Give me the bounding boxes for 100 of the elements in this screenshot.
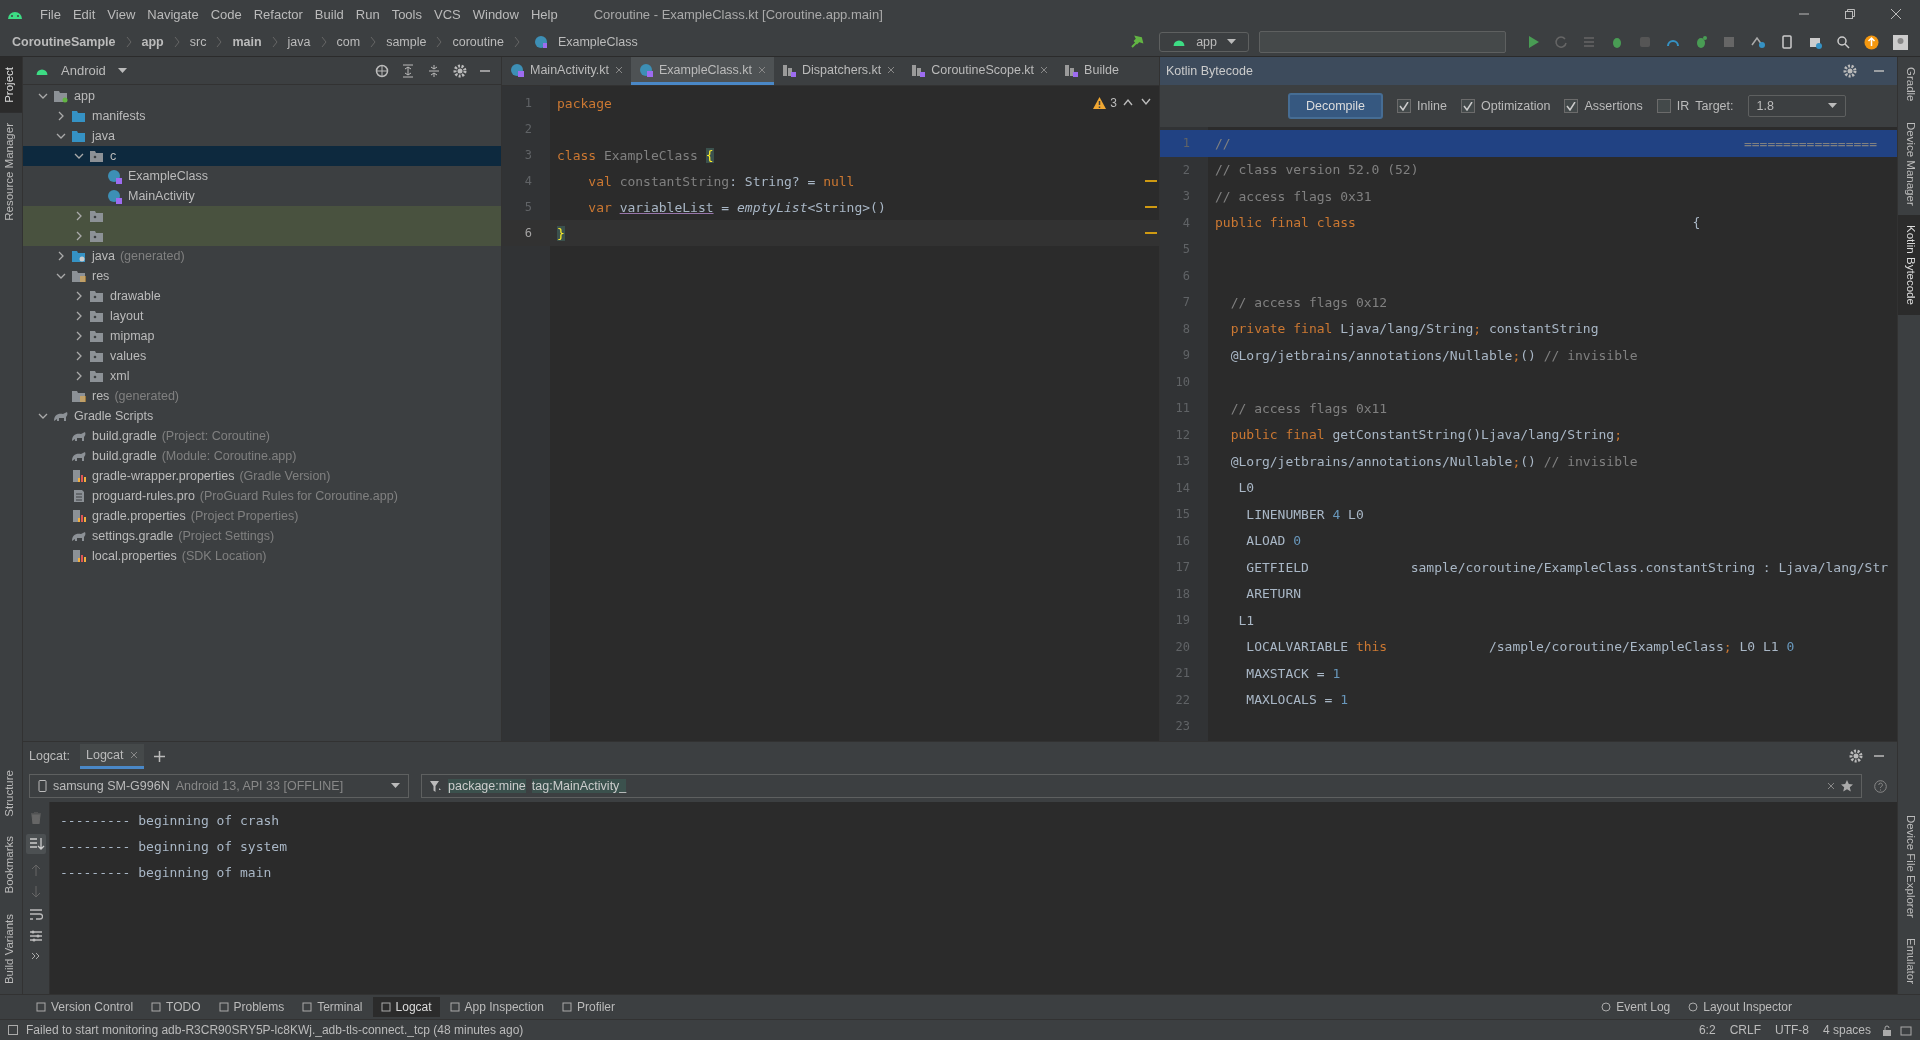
tree-item[interactable]: ExampleClass (128, 169, 208, 183)
chevron-icon[interactable] (74, 291, 84, 301)
decompile-button[interactable]: Decompile (1288, 93, 1384, 119)
menu-item[interactable]: Window (466, 6, 525, 22)
device-dropdown[interactable]: samsung SM-G996N Android 13, API 33 [OFFLINE] (29, 774, 409, 798)
chevron-icon[interactable] (56, 271, 66, 281)
tool-window-tab[interactable]: Profiler (553, 997, 623, 1017)
close-icon[interactable] (614, 65, 623, 74)
tree-item[interactable]: res (92, 389, 110, 403)
menu-item[interactable]: Tools (385, 6, 428, 22)
tree-item[interactable]: gradle.properties (92, 509, 186, 523)
clear-icon[interactable] (1827, 782, 1835, 790)
breadcrumb[interactable]: src (189, 35, 207, 49)
menu-item[interactable]: Help (524, 6, 564, 22)
memory-icon[interactable] (1900, 1024, 1912, 1036)
breadcrumb[interactable]: coroutine (452, 35, 504, 49)
close-icon[interactable] (129, 750, 138, 759)
breadcrumb[interactable]: java (287, 35, 311, 49)
target-icon[interactable] (375, 63, 389, 78)
tree-item[interactable]: drawable (110, 289, 161, 303)
add-icon[interactable] (153, 750, 165, 762)
tree-item[interactable]: settings.gradle (92, 529, 174, 543)
bug-icon[interactable] (1694, 35, 1708, 49)
tree-item[interactable]: manifests (92, 109, 146, 123)
settings-icon[interactable] (1849, 749, 1863, 763)
status-item[interactable]: 6:2 (1695, 1023, 1719, 1037)
tool-window-tab[interactable]: Project (0, 57, 22, 113)
chevron-icon[interactable] (74, 151, 84, 161)
tool-window-tab[interactable]: Kotlin Bytecode (1898, 215, 1920, 316)
chevron-icon[interactable] (38, 91, 48, 101)
breadcrumb[interactable]: main (232, 35, 262, 49)
help-icon[interactable] (1874, 779, 1887, 793)
collapse-all-icon[interactable] (427, 63, 441, 78)
tree-item[interactable]: values (110, 349, 147, 363)
close-icon[interactable] (1890, 8, 1902, 20)
target-dropdown[interactable]: 1.8 (1747, 95, 1846, 117)
editor-tab[interactable]: ExampleClass.kt (630, 57, 775, 85)
menu-item[interactable]: Run (349, 6, 386, 22)
tree-item[interactable]: proguard-rules.pro (92, 489, 195, 503)
previous-icon[interactable] (1123, 98, 1133, 106)
close-icon[interactable] (887, 65, 896, 74)
filter-icon[interactable] (430, 780, 442, 792)
tool-window-tab[interactable]: Version Control (28, 997, 142, 1017)
editor-tab[interactable]: MainActivity.kt (502, 57, 631, 85)
device-field[interactable] (1259, 31, 1506, 53)
tree-item[interactable]: java (92, 249, 115, 263)
menu-item[interactable]: Refactor (247, 6, 309, 22)
tree-item[interactable]: app (74, 89, 95, 103)
tree-item[interactable]: res (92, 269, 110, 283)
settings-icon[interactable] (1843, 64, 1857, 78)
chevron-icon[interactable] (56, 251, 66, 261)
view-dropdown[interactable]: Android (61, 63, 127, 78)
expand-all-icon[interactable] (401, 63, 415, 78)
avatar-icon[interactable] (1893, 34, 1908, 50)
chevron-icon[interactable] (74, 231, 84, 241)
menu-item[interactable]: Edit (66, 6, 102, 22)
filter-field[interactable]: package:mine tag:MainActivity_ (421, 774, 1862, 798)
tool-window-tab[interactable]: Structure (0, 759, 22, 827)
run-config-dropdown[interactable]: app (1159, 32, 1249, 52)
breadcrumb[interactable]: ExampleClass (557, 35, 638, 49)
breadcrumb[interactable]: sample (386, 35, 427, 49)
tool-window-tab[interactable]: App Inspection (441, 997, 552, 1017)
filter-settings-icon[interactable] (29, 930, 43, 942)
editor-tab[interactable]: Dispatchers.kt (774, 57, 904, 85)
editor-tab[interactable]: CoroutineScope.kt (903, 57, 1057, 85)
chevron-icon[interactable] (74, 311, 84, 321)
menu-item[interactable]: Build (308, 6, 350, 22)
tree-item[interactable]: build.gradle (92, 449, 157, 463)
option-checkbox[interactable]: Inline (1397, 99, 1447, 113)
logcat-tab[interactable]: Logcat (80, 743, 144, 769)
tree-item[interactable]: java (92, 129, 115, 143)
breadcrumb[interactable]: app (141, 35, 164, 49)
sync-icon[interactable] (1750, 35, 1766, 49)
chevron-icon[interactable] (56, 131, 66, 141)
tool-window-tab[interactable]: Emulator (1898, 927, 1920, 994)
tool-window-tab[interactable]: Resource Manager (0, 112, 22, 231)
tool-window-tab[interactable]: Device Manager (1898, 111, 1920, 216)
menu-item[interactable]: Navigate (141, 6, 205, 22)
tree-item[interactable]: local.properties (92, 549, 177, 563)
editor-tab[interactable]: Builde (1056, 57, 1127, 85)
restore-icon[interactable] (1844, 8, 1856, 20)
tool-window-tab[interactable]: Build Variants (0, 903, 22, 994)
breadcrumb[interactable]: com (336, 35, 361, 49)
bug-icon[interactable] (1610, 35, 1624, 49)
tree-item[interactable]: layout (110, 309, 144, 323)
chevron-icon[interactable] (74, 211, 84, 221)
soft-wrap-icon[interactable] (29, 908, 43, 920)
star-icon[interactable] (1841, 780, 1853, 792)
close-icon[interactable] (1040, 65, 1049, 74)
update-icon[interactable] (1864, 34, 1879, 50)
option-checkbox[interactable]: Assertions (1564, 99, 1643, 113)
chevron-icon[interactable] (74, 331, 84, 341)
tool-window-tab[interactable]: Gradle (1898, 57, 1920, 112)
lock-icon[interactable] (1882, 1024, 1892, 1036)
option-checkbox[interactable]: IR (1656, 99, 1690, 113)
chevron-icon[interactable] (38, 411, 48, 421)
run-icon[interactable] (1526, 35, 1540, 49)
settings-icon[interactable] (453, 63, 467, 78)
menu-item[interactable]: File (34, 6, 67, 22)
status-item[interactable]: CRLF (1726, 1023, 1764, 1037)
